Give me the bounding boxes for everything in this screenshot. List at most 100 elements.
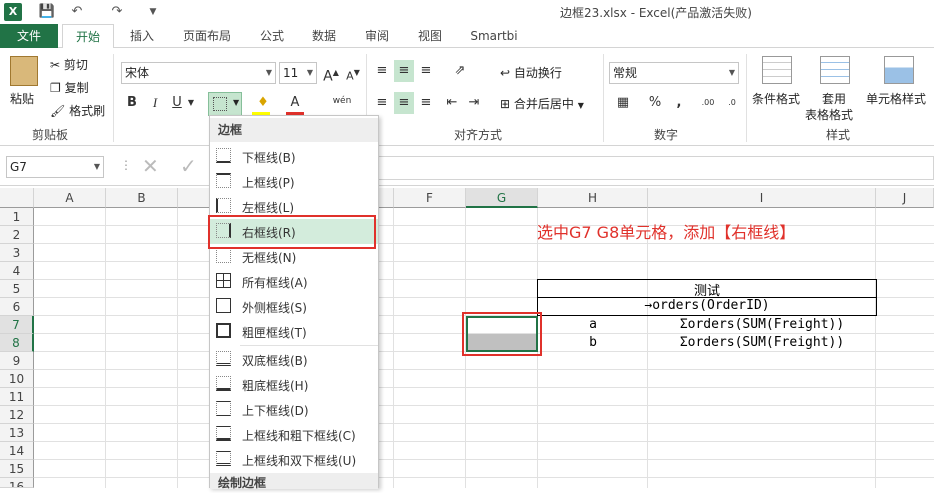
column-header[interactable]: B [106, 188, 178, 208]
paste-button[interactable]: 粘贴 [10, 90, 34, 107]
customize-icon[interactable]: ▼ [144, 3, 162, 21]
underline-button[interactable]: U [169, 92, 185, 114]
row-header[interactable]: 16 [0, 478, 34, 488]
phonetic-button[interactable]: wén [330, 90, 354, 112]
align-bottom-icon[interactable]: ≡ [416, 60, 436, 82]
row-header[interactable]: 4 [0, 262, 34, 280]
cell-h8[interactable]: b [538, 335, 648, 350]
cell-styles-icon[interactable] [884, 56, 914, 84]
tab-view[interactable]: 视图 [414, 24, 446, 48]
increase-indent-icon[interactable]: ⇥ [464, 92, 484, 114]
formula-input[interactable] [378, 156, 934, 180]
menu-item-outside-borders[interactable]: 外侧框线(S) [210, 294, 378, 319]
row-header[interactable]: 15 [0, 460, 34, 478]
row-header[interactable]: 11 [0, 388, 34, 406]
grow-font-button[interactable]: A▲ [322, 62, 340, 85]
align-top-icon[interactable]: ≡ [372, 60, 392, 82]
menu-item-double-bottom[interactable]: 双底框线(B) [210, 347, 378, 372]
row-header[interactable]: 9 [0, 352, 34, 370]
cell-h7[interactable]: a [538, 317, 648, 332]
select-all-button[interactable] [0, 188, 34, 208]
cell-row6[interactable]: →orders(OrderID) [538, 298, 876, 313]
percent-button[interactable]: % [646, 92, 664, 114]
save-icon[interactable]: 💾 [38, 3, 56, 21]
increase-decimal-button[interactable]: .00 [698, 92, 718, 114]
column-header[interactable]: A [34, 188, 106, 208]
menu-item-top-bottom[interactable]: 上下框线(D) [210, 397, 378, 422]
conditional-format-button[interactable]: 条件格式 [752, 90, 800, 107]
shrink-font-button[interactable]: A▼ [344, 62, 362, 84]
cell-i8[interactable]: Σorders(SUM(Freight)) [648, 335, 876, 350]
menu-item-top-double-bottom[interactable]: 上框线和双下框线(U) [210, 447, 378, 472]
cell-i7[interactable]: Σorders(SUM(Freight)) [648, 317, 876, 332]
menu-item-thick-bottom[interactable]: 粗底框线(H) [210, 372, 378, 397]
tab-home[interactable]: 开始 [62, 24, 114, 49]
row-header[interactable]: 12 [0, 406, 34, 424]
row-header[interactable]: 5 [0, 280, 34, 298]
decrease-decimal-button[interactable]: .0 [722, 92, 742, 114]
cancel-icon[interactable]: ✕ [142, 154, 159, 178]
tab-review[interactable]: 审阅 [361, 24, 393, 48]
italic-button[interactable]: I [147, 92, 163, 114]
tab-formulas[interactable]: 公式 [256, 24, 288, 48]
font-color-button[interactable]: A [286, 92, 304, 114]
cut-button[interactable]: ✂ 剪切 [50, 56, 88, 73]
bold-button[interactable]: B [124, 92, 140, 114]
row-header[interactable]: 10 [0, 370, 34, 388]
menu-item-all-borders[interactable]: 所有框线(A) [210, 269, 378, 294]
merge-center-button[interactable]: ⊞ 合并后居中 ▼ [500, 95, 584, 112]
tab-file[interactable]: 文件 [0, 24, 58, 48]
table-format-icon[interactable] [820, 56, 850, 84]
undo-icon[interactable]: ↶ [68, 3, 86, 21]
orientation-icon[interactable]: ⇗ [446, 60, 474, 82]
gridline [34, 477, 934, 478]
fill-color-button[interactable]: ♦ [252, 92, 274, 114]
align-middle-icon[interactable]: ≡ [394, 60, 414, 82]
tab-insert[interactable]: 插入 [126, 24, 158, 48]
row-header[interactable]: 14 [0, 442, 34, 460]
menu-item-top-thick-bottom[interactable]: 上框线和粗下框线(C) [210, 422, 378, 447]
borders-button[interactable]: ▼ [208, 92, 242, 116]
accounting-icon[interactable]: ▦ [610, 92, 636, 114]
column-header[interactable]: G [466, 188, 538, 208]
column-header[interactable]: F [394, 188, 466, 208]
cell-styles-button[interactable]: 单元格样式 [866, 90, 926, 107]
row-header[interactable]: 3 [0, 244, 34, 262]
comma-button[interactable]: , [670, 92, 688, 114]
cell-title[interactable]: 测试 [538, 280, 876, 299]
paste-icon[interactable] [10, 56, 38, 86]
menu-item-thick-box-border[interactable]: 粗匣框线(T) [210, 319, 378, 344]
conditional-format-icon[interactable] [762, 56, 792, 84]
column-header[interactable]: H [538, 188, 648, 208]
align-right-icon[interactable]: ≡ [416, 92, 436, 114]
row-header[interactable]: 7 [0, 316, 34, 334]
copy-button[interactable]: ❐ 复制 [50, 79, 89, 96]
name-box[interactable]: G7 ▼ [6, 156, 104, 178]
chevron-down-icon[interactable]: ▼ [186, 92, 196, 114]
menu-item-top-border[interactable]: 上框线(P) [210, 169, 378, 194]
tab-data[interactable]: 数据 [308, 24, 340, 48]
column-header[interactable]: I [648, 188, 876, 208]
wrap-text-button[interactable]: ↩ 自动换行 [500, 64, 562, 81]
decrease-indent-icon[interactable]: ⇤ [442, 92, 462, 114]
column-header[interactable]: J [876, 188, 934, 208]
row-header[interactable]: 6 [0, 298, 34, 316]
table-format-button-line1[interactable]: 套用 [822, 90, 846, 107]
format-painter-button[interactable]: 🖌 格式刷 [50, 102, 105, 119]
tab-smartbi[interactable]: Smartbi [466, 24, 522, 48]
align-left-icon[interactable]: ≡ [372, 92, 392, 114]
row-header[interactable]: 2 [0, 226, 34, 244]
row-header[interactable]: 1 [0, 208, 34, 226]
tab-page-layout[interactable]: 页面布局 [178, 24, 236, 48]
redo-icon[interactable]: ↷ [108, 3, 126, 21]
row-header[interactable]: 13 [0, 424, 34, 442]
table-format-button-line2[interactable]: 表格格式 [805, 106, 853, 123]
borders-dropdown: 边框 下框线(B) 上框线(P) 左框线(L) 右框线(R) 无框线(N) 所有… [209, 115, 379, 490]
menu-item-bottom-border[interactable]: 下框线(B) [210, 144, 378, 169]
align-center-icon[interactable]: ≡ [394, 92, 414, 114]
font-size-select[interactable]: 11 ▼ [279, 62, 317, 84]
number-format-select[interactable]: 常规 ▼ [609, 62, 739, 84]
enter-icon[interactable]: ✓ [180, 154, 197, 178]
font-name-select[interactable]: 宋体 ▼ [121, 62, 276, 84]
row-header[interactable]: 8 [0, 334, 34, 352]
